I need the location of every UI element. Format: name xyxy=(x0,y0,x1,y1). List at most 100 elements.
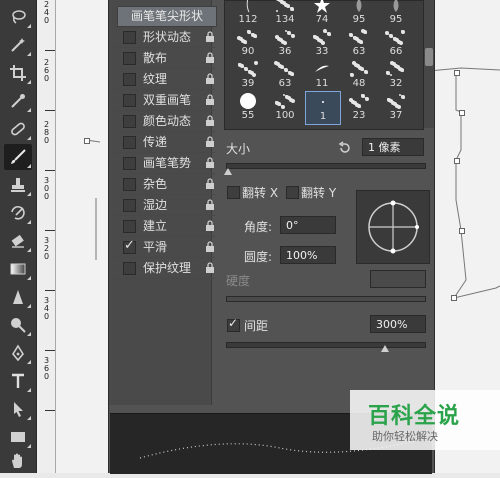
brush-preset[interactable]: 90 xyxy=(231,27,265,59)
option-checkbox[interactable] xyxy=(123,178,136,191)
option-checkbox[interactable] xyxy=(123,220,136,233)
hand-tool[interactable] xyxy=(4,448,32,474)
brush-preset[interactable]: 23 xyxy=(342,91,376,123)
brush-preset[interactable]: 95 xyxy=(379,0,413,27)
brush-preset[interactable]: 66 xyxy=(379,27,413,59)
brush-preset[interactable]: 32 xyxy=(379,59,413,91)
reset-icon[interactable] xyxy=(338,141,352,155)
healing-brush-tool[interactable] xyxy=(4,116,32,142)
anchor-point[interactable] xyxy=(459,110,465,116)
option-label: 纹理 xyxy=(143,72,168,86)
magic-wand-tool[interactable] xyxy=(4,32,32,58)
option-checkbox[interactable] xyxy=(123,52,136,65)
flip-x-checkbox[interactable] xyxy=(227,186,240,199)
brush-option-row[interactable]: 湿边 xyxy=(113,195,215,216)
size-slider[interactable] xyxy=(226,163,426,169)
anchor-point[interactable] xyxy=(459,228,465,234)
lock-icon[interactable] xyxy=(205,71,219,87)
anchor-point[interactable] xyxy=(454,158,460,164)
option-checkbox[interactable] xyxy=(123,199,136,212)
anchor-point[interactable] xyxy=(84,138,90,144)
brush-option-row[interactable]: ✓ 平滑 xyxy=(113,237,215,258)
brush-preset[interactable]: 37 xyxy=(379,91,413,123)
brush-preset[interactable]: 33 xyxy=(305,27,339,59)
lock-icon[interactable] xyxy=(205,260,219,276)
brush-preset[interactable]: 36 xyxy=(268,27,302,59)
ruler-label: 3 xyxy=(42,176,51,184)
size-field[interactable]: 1 像素 xyxy=(362,138,424,156)
brush-option-row[interactable]: 散布 xyxy=(113,48,215,69)
brush-option-row[interactable]: 双重画笔 xyxy=(113,90,215,111)
brush-tool[interactable] xyxy=(4,144,32,170)
lock-icon[interactable] xyxy=(205,155,219,171)
crop-tool[interactable] xyxy=(4,60,32,86)
lock-icon[interactable] xyxy=(205,218,219,234)
lock-icon[interactable] xyxy=(205,176,219,192)
lock-icon[interactable] xyxy=(205,197,219,213)
angle-field[interactable]: 0° xyxy=(280,216,336,234)
anchor-point[interactable] xyxy=(451,295,457,301)
lock-icon[interactable] xyxy=(205,29,219,45)
clone-stamp-tool[interactable] xyxy=(4,172,32,198)
lock-icon[interactable] xyxy=(205,50,219,66)
presets-scrollbar[interactable] xyxy=(424,0,434,128)
path-selection-tool[interactable] xyxy=(4,396,32,422)
pen-tool[interactable] xyxy=(4,340,32,366)
watermark-logo: 百科全说 助你轻松解决 xyxy=(350,390,500,450)
brush-option-row[interactable]: 建立 xyxy=(113,216,215,237)
brush-option-row[interactable]: 传递 xyxy=(113,132,215,153)
lock-icon[interactable] xyxy=(205,92,219,108)
brush-preset[interactable]: 74 xyxy=(305,0,339,27)
brush-preset[interactable]: 134 xyxy=(268,0,302,27)
ruler-label: 2 xyxy=(42,120,51,128)
brush-preset[interactable]: 63 xyxy=(342,27,376,59)
brush-option-row[interactable]: 画笔笔势 xyxy=(113,153,215,174)
brush-option-row[interactable]: 颜色动态 xyxy=(113,111,215,132)
lock-icon[interactable] xyxy=(205,134,219,150)
brush-option-row[interactable]: 形状动态 xyxy=(113,27,215,48)
eyedropper-tool[interactable] xyxy=(4,88,32,114)
option-checkbox[interactable] xyxy=(123,73,136,86)
brush-option-row[interactable]: 纹理 xyxy=(113,69,215,90)
preset-size: 55 xyxy=(241,110,255,121)
dodge-tool[interactable] xyxy=(4,312,32,338)
spacing-slider[interactable] xyxy=(226,342,426,348)
gradient-tool[interactable] xyxy=(4,256,32,282)
lock-icon[interactable] xyxy=(205,239,219,255)
brush-preset[interactable]: 11 xyxy=(305,59,339,91)
angle-roundness-widget[interactable] xyxy=(356,190,430,264)
lasso-tool[interactable] xyxy=(4,4,32,30)
brush-option-row[interactable]: 保护纹理 xyxy=(113,258,215,279)
sharpen-tool[interactable] xyxy=(4,284,32,310)
rectangle-tool[interactable] xyxy=(4,424,32,450)
brush-preset[interactable]: 95 xyxy=(342,0,376,27)
brush-preset[interactable]: 55 xyxy=(231,91,265,123)
option-checkbox[interactable] xyxy=(123,94,136,107)
option-checkbox[interactable] xyxy=(123,157,136,170)
brush-preset[interactable]: 112 xyxy=(231,0,265,27)
brush-preset[interactable]: 63 xyxy=(268,59,302,91)
spacing-field[interactable]: 300% xyxy=(370,315,426,333)
brush-preset[interactable]: 100 xyxy=(268,91,302,123)
history-brush-tool[interactable] xyxy=(4,200,32,226)
option-checkbox[interactable] xyxy=(123,31,136,44)
brush-preset[interactable]: 39 xyxy=(231,59,265,91)
type-tool[interactable] xyxy=(4,368,32,394)
lock-icon[interactable] xyxy=(205,113,219,129)
brush-preset[interactable]: 48 xyxy=(342,59,376,91)
flip-y-checkbox[interactable] xyxy=(286,186,299,199)
anchor-point[interactable] xyxy=(454,70,460,76)
scrollbar-thumb[interactable] xyxy=(425,48,433,66)
option-checkbox[interactable] xyxy=(123,136,136,149)
preset-size: 66 xyxy=(389,46,403,57)
option-checkbox[interactable] xyxy=(123,262,136,275)
option-checkbox[interactable] xyxy=(123,115,136,128)
roundness-field[interactable]: 100% xyxy=(280,246,336,264)
spacing-slider-knob[interactable] xyxy=(381,345,389,352)
brush-tip-shape-header[interactable]: 画笔笔尖形状 xyxy=(117,6,217,27)
brush-option-row[interactable]: 杂色 xyxy=(113,174,215,195)
brush-preset[interactable]: 1 xyxy=(305,91,341,125)
spacing-checkbox[interactable]: ✓ xyxy=(227,316,240,332)
size-slider-knob[interactable] xyxy=(224,168,232,175)
eraser-tool[interactable] xyxy=(4,228,32,254)
